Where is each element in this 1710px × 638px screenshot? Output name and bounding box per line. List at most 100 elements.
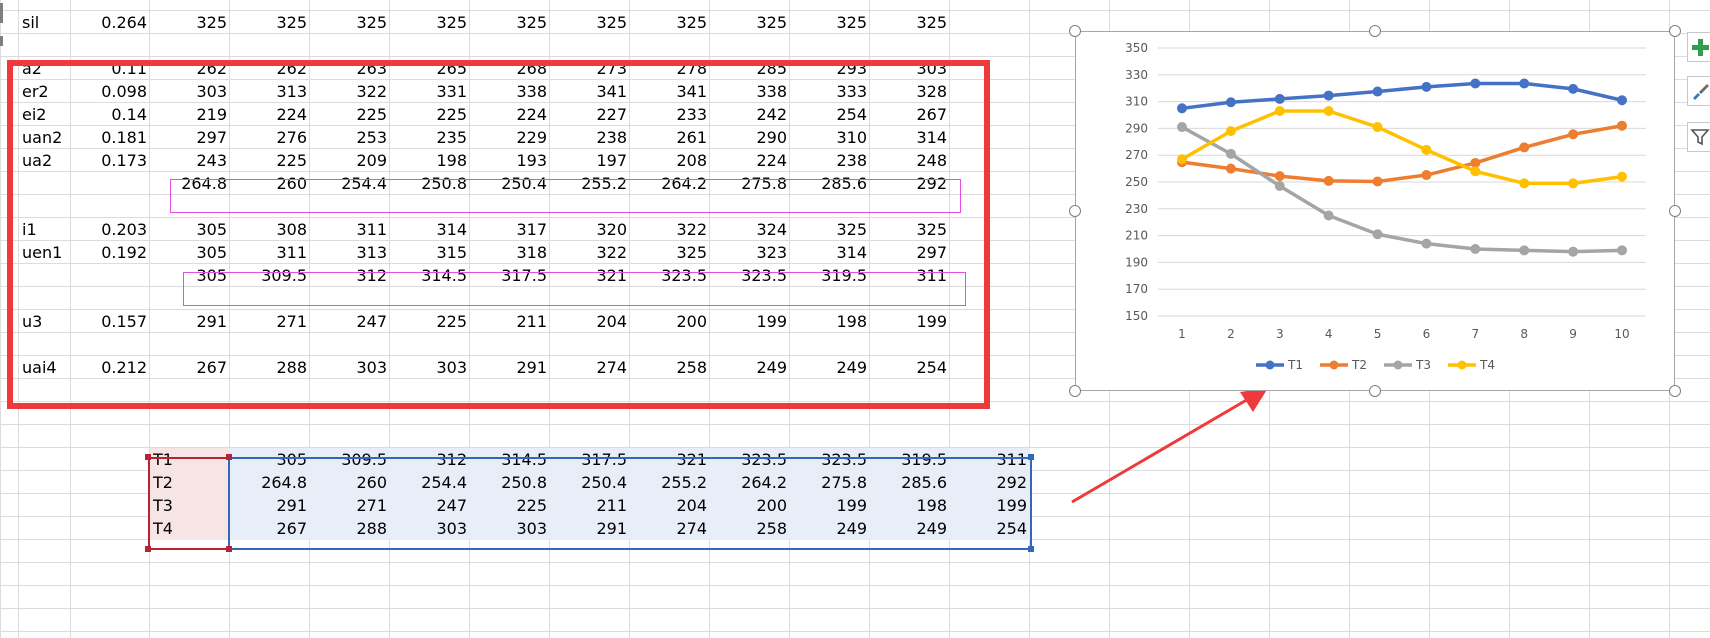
chart-elements-button[interactable] [1687,32,1710,62]
x-tick-label: 8 [1520,327,1528,341]
value-cell[interactable]: 325 [790,11,870,34]
line-chart[interactable]: 150 170 190 210 230 250 270 290 310 330 350 1 2 3 4 5 6 7… [1075,31,1675,391]
chart-styles-button[interactable] [1687,76,1710,106]
data-point-t3 [1323,210,1334,221]
label-range-selection[interactable] [148,457,230,550]
data-point-t1 [1617,95,1627,106]
row-edge-marker [0,3,3,13]
data-point-t2 [1470,157,1481,168]
data-point-t2 [1519,142,1530,153]
data-point-t3 [1568,246,1579,257]
y-tick-label: 210 [1125,229,1148,243]
selection-handle[interactable] [145,546,151,552]
y-tick-label: 350 [1125,41,1148,55]
filter-icon [1690,129,1710,146]
legend-marker-t3 [1393,360,1403,370]
data-point-t4 [1568,178,1579,189]
data-point-t2 [1323,175,1334,186]
value-cell[interactable]: 325 [550,11,630,34]
chart-resize-handle[interactable] [1069,385,1081,397]
value-cell[interactable]: 325 [150,11,230,34]
chart-resize-handle[interactable] [1669,25,1681,37]
chart-resize-handle[interactable] [1069,25,1081,37]
value-cell[interactable]: 325 [470,11,550,34]
legend-label: T4 [1479,358,1495,372]
data-point-t3 [1470,244,1481,254]
annotation-arrow [1071,388,1268,504]
value-cell[interactable]: 325 [310,11,390,34]
x-tick-label: 6 [1423,327,1431,341]
series-line-t2 [1180,123,1624,184]
data-point-t3 [1617,245,1627,256]
data-point-t4 [1372,122,1383,133]
data-point-t2 [1225,163,1236,174]
row-edge-marker [0,13,3,23]
data-point-t3 [1177,122,1187,133]
x-tick-label: 5 [1374,327,1382,341]
legend-marker-t4 [1457,360,1467,370]
value-range-selection[interactable] [228,457,1032,550]
data-point-t2 [1421,170,1432,181]
y-tick-label: 150 [1125,309,1148,323]
selection-handle[interactable] [226,454,232,460]
legend-label: T2 [1351,358,1367,372]
data-point-t2 [1372,176,1383,187]
selection-handle[interactable] [226,546,232,552]
y-tick-label: 230 [1125,202,1148,216]
x-tick-label: 3 [1276,327,1284,341]
legend-marker-t1 [1265,360,1275,370]
value-cell[interactable]: 325 [230,11,310,34]
x-tick-label: 7 [1472,327,1480,341]
data-point-t3 [1274,181,1285,192]
y-tick-label: 270 [1125,148,1148,162]
data-point-t4 [1519,178,1530,189]
selection-handle[interactable] [1028,454,1034,460]
x-tick-label: 2 [1227,327,1235,341]
chart-resize-handle[interactable] [1369,25,1381,37]
data-point-t2 [1568,129,1579,140]
y-tick-label: 290 [1125,121,1148,135]
data-point-t1 [1177,103,1187,114]
data-point-t2 [1617,120,1627,131]
row-highlight-t1 [183,272,966,306]
chart-filters-button[interactable] [1687,122,1710,152]
x-tick-label: 10 [1614,327,1629,341]
row-highlight-t2 [170,179,961,213]
data-point-t4 [1177,154,1187,165]
data-point-t4 [1274,105,1285,116]
chart-resize-handle[interactable] [1069,205,1081,217]
data-point-t1 [1372,86,1383,97]
selection-handle[interactable] [145,454,151,460]
value-cell[interactable]: 325 [630,11,710,34]
data-point-t1 [1421,81,1432,92]
brush-icon [1693,84,1709,100]
y-tick-label: 250 [1125,175,1148,189]
data-point-t1 [1568,83,1579,94]
y-tick-label: 310 [1125,95,1148,109]
data-point-t3 [1519,245,1530,256]
data-point-t4 [1421,144,1432,155]
value-cell[interactable]: 325 [710,11,790,34]
data-point-t4 [1225,126,1236,137]
data-point-t4 [1323,105,1334,116]
data-point-t4 [1617,171,1627,182]
data-point-t3 [1421,238,1432,249]
selection-handle[interactable] [1028,546,1034,552]
y-tick-label: 330 [1125,68,1148,82]
data-point-t3 [1225,148,1236,159]
data-point-t1 [1225,97,1236,108]
legend-marker-t2 [1329,360,1339,370]
coefficient-cell[interactable]: 0.264 [71,11,150,34]
data-point-t4 [1470,166,1481,177]
value-cell[interactable]: 325 [870,11,950,34]
value-cell[interactable]: 325 [390,11,470,34]
data-point-t3 [1372,229,1383,240]
chart-resize-handle[interactable] [1669,205,1681,217]
data-point-t1 [1470,78,1481,89]
x-tick-label: 9 [1569,327,1577,341]
data-point-t1 [1323,90,1334,101]
data-point-t1 [1519,78,1530,89]
chart-resize-handle[interactable] [1369,385,1381,397]
chart-resize-handle[interactable] [1669,385,1681,397]
row-label[interactable]: sil [19,11,71,34]
